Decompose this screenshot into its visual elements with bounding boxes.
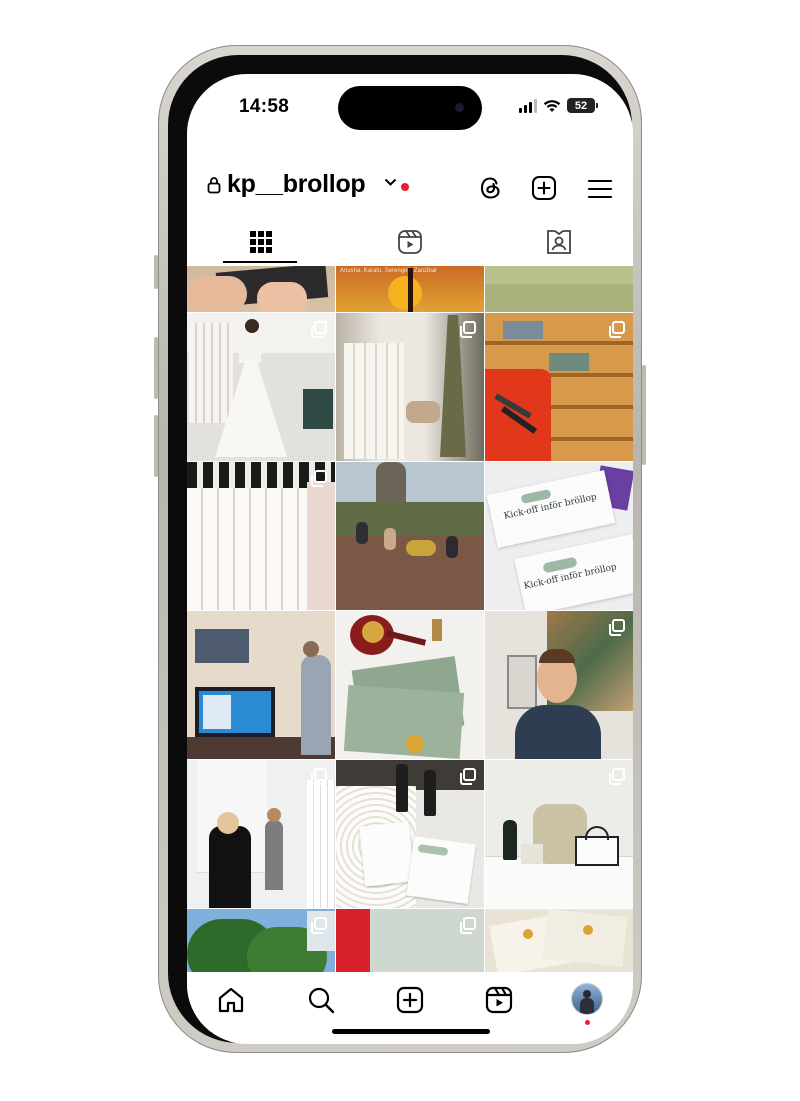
- dynamic-island: [338, 86, 482, 130]
- phone-bezel: 14:58 52 kp__brollop Anusha, Karatu, Ser…: [168, 55, 633, 1044]
- post-thumbnail[interactable]: [336, 909, 484, 972]
- post-thumbnail[interactable]: [485, 611, 633, 759]
- post-thumbnail[interactable]: Anusha, Karatu, Serengeti, Zanzibar: [336, 266, 484, 312]
- post-thumbnail[interactable]: [485, 760, 633, 908]
- notification-dot: [585, 1020, 590, 1025]
- home-indicator: [332, 1029, 490, 1034]
- multi-post-icon: [460, 321, 476, 338]
- post-thumbnail[interactable]: [336, 760, 484, 908]
- volume-up-button: [154, 337, 158, 399]
- tab-tagged[interactable]: [485, 222, 633, 262]
- reels-icon: [398, 230, 422, 254]
- multi-post-icon: [311, 768, 327, 785]
- profile-header: kp__brollop: [187, 166, 633, 210]
- wifi-icon: [543, 99, 561, 112]
- lock-icon: [207, 177, 221, 194]
- create-plus-icon[interactable]: [531, 175, 557, 201]
- cellular-signal-icon: [519, 98, 537, 113]
- multi-post-icon: [609, 768, 625, 785]
- phone-frame: 14:58 52 kp__brollop Anusha, Karatu, Ser…: [154, 45, 646, 1053]
- post-thumbnail[interactable]: [336, 462, 484, 610]
- post-thumbnail[interactable]: [187, 611, 335, 759]
- tab-grid[interactable]: [187, 222, 335, 262]
- threads-icon[interactable]: [479, 175, 503, 201]
- volume-down-button: [154, 415, 158, 477]
- notification-dot: [401, 183, 409, 191]
- create-icon[interactable]: [396, 986, 424, 1014]
- tab-reels[interactable]: [336, 222, 484, 262]
- search-icon[interactable]: [307, 986, 335, 1014]
- status-indicators: 52: [519, 98, 598, 113]
- multi-post-icon: [460, 768, 476, 785]
- home-icon[interactable]: [217, 986, 245, 1014]
- post-thumbnail[interactable]: [336, 611, 484, 759]
- post-caption-text: Anusha, Karatu, Serengeti, Zanzibar: [340, 268, 438, 274]
- post-thumbnail[interactable]: [485, 313, 633, 461]
- action-button: [154, 255, 158, 289]
- post-thumbnail[interactable]: [485, 266, 633, 312]
- menu-icon[interactable]: [588, 179, 612, 199]
- grid-icon: [250, 231, 272, 253]
- profile-avatar[interactable]: [572, 984, 602, 1014]
- multi-post-icon: [460, 917, 476, 934]
- status-time: 14:58: [239, 96, 290, 117]
- profile-username[interactable]: kp__brollop: [227, 170, 366, 199]
- chevron-down-icon[interactable]: [384, 178, 397, 187]
- post-thumbnail[interactable]: [485, 909, 633, 972]
- post-thumbnail[interactable]: [336, 313, 484, 461]
- bottom-nav: [187, 972, 633, 1032]
- tab-underline: [223, 261, 297, 263]
- post-thumbnail[interactable]: [187, 462, 335, 610]
- post-thumbnail[interactable]: [187, 909, 335, 972]
- multi-post-icon: [609, 619, 625, 636]
- multi-post-icon: [609, 321, 625, 338]
- posts-grid: Anusha, Karatu, Serengeti, Zanzibar Kick…: [187, 266, 633, 972]
- multi-post-icon: [311, 917, 327, 934]
- post-thumbnail[interactable]: Kick-off inför bröllop Kick-off inför br…: [485, 462, 633, 610]
- screen: 14:58 52 kp__brollop Anusha, Karatu, Ser…: [187, 74, 633, 1044]
- profile-tabs: [187, 222, 633, 264]
- tagged-icon: [547, 230, 571, 254]
- power-button: [642, 365, 646, 465]
- battery-icon: 52: [567, 98, 598, 113]
- post-thumbnail[interactable]: [187, 266, 335, 312]
- multi-post-icon: [311, 470, 327, 487]
- post-thumbnail[interactable]: [187, 760, 335, 908]
- post-thumbnail[interactable]: [187, 313, 335, 461]
- reels-icon[interactable]: [485, 986, 513, 1014]
- camera-icon: [455, 103, 464, 112]
- multi-post-icon: [311, 321, 327, 338]
